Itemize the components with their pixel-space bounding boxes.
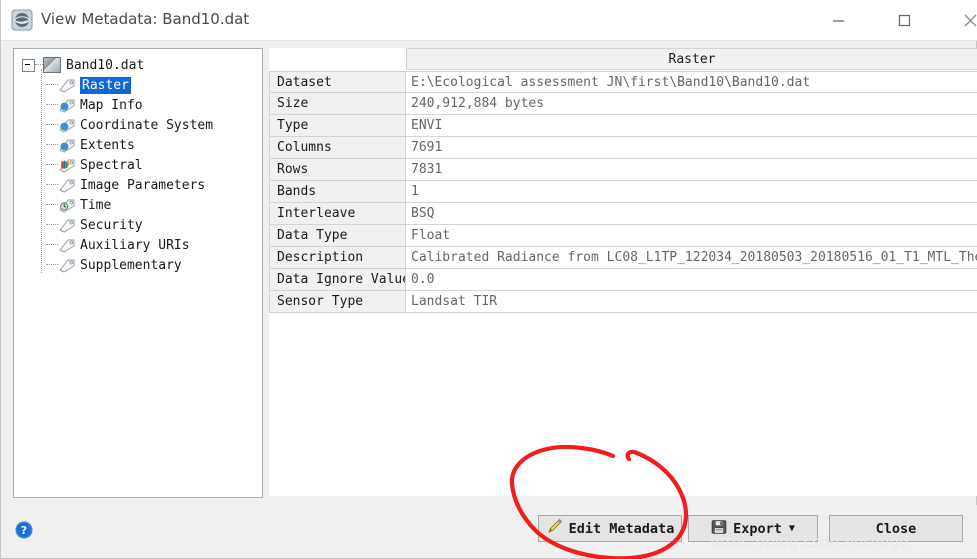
row-label: Data Type: [269, 225, 406, 247]
table-row[interactable]: Data Ignore Value 0.0: [269, 269, 977, 291]
tag-globe-icon: [58, 98, 76, 113]
tree-connector-dots: [46, 184, 58, 186]
metadata-tree-panel[interactable]: Band10.dat Raster Map Info Coordinate Sy…: [13, 48, 263, 498]
row-label: Bands: [269, 181, 406, 203]
tree-item-label: Spectral: [80, 157, 143, 173]
tree-root-item[interactable]: Band10.dat: [14, 55, 262, 75]
close-icon[interactable]: [947, 0, 977, 40]
tree-connector-dots: [35, 64, 43, 66]
tree-connector-dots: [46, 104, 58, 106]
tag-plain-icon: [58, 78, 76, 93]
tree-root-label: Band10.dat: [66, 57, 145, 73]
row-value: 1: [406, 181, 977, 203]
row-value: 7691: [406, 137, 977, 159]
tree-item-auxiliary-uris[interactable]: Auxiliary URIs: [14, 235, 262, 255]
row-label: Type: [269, 115, 406, 137]
tree-connector-dots: [46, 164, 58, 166]
row-value: Calibrated Radiance from LC08_L1TP_12203…: [406, 247, 977, 269]
tree-item-extents[interactable]: Extents: [14, 135, 262, 155]
raster-file-icon: [43, 57, 61, 73]
row-value: Landsat TIR: [406, 291, 977, 313]
row-label: Description: [269, 247, 406, 269]
row-label: Sensor Type: [269, 291, 406, 313]
tag-plain-icon: [58, 238, 76, 253]
row-label: Columns: [269, 137, 406, 159]
tag-clock-icon: [58, 198, 76, 213]
table-row[interactable]: Bands 1: [269, 181, 977, 203]
table-row[interactable]: Size 240,912,884 bytes: [269, 93, 977, 115]
tree-item-spectral[interactable]: Spectral: [14, 155, 262, 175]
table-row[interactable]: Dataset E:\Ecological assessment JN\firs…: [269, 71, 977, 93]
row-label: Dataset: [269, 71, 406, 93]
tag-plain-icon: [58, 178, 76, 193]
tag-plain-icon: [58, 218, 76, 233]
tree-item-label: Raster: [80, 76, 131, 94]
row-value: Float: [406, 225, 977, 247]
maximize-icon[interactable]: [881, 0, 927, 40]
tree-item-time[interactable]: Time: [14, 195, 262, 215]
envi-globe-icon: [11, 9, 33, 31]
table-row[interactable]: Columns 7691: [269, 137, 977, 159]
row-value: 7831: [406, 159, 977, 181]
tree-connector-dots: [46, 264, 58, 266]
tag-spectral-icon: [58, 158, 76, 173]
tree-item-label: Auxiliary URIs: [80, 237, 190, 253]
metadata-table: Dataset E:\Ecological assessment JN\firs…: [269, 71, 977, 313]
tree-item-label: Image Parameters: [80, 177, 206, 193]
pencil-icon: [546, 518, 563, 539]
tree-item-image-parameters[interactable]: Image Parameters: [14, 175, 262, 195]
table-row[interactable]: Description Calibrated Radiance from LC0…: [269, 247, 977, 269]
tree-connector-dots: [46, 244, 58, 246]
edit-metadata-label: Edit Metadata: [568, 520, 675, 537]
table-row[interactable]: Type ENVI: [269, 115, 977, 137]
tree-item-raster[interactable]: Raster: [14, 75, 262, 95]
tree-item-coordinate-system[interactable]: Coordinate System: [14, 115, 262, 135]
tree-item-label: Supplementary: [80, 257, 182, 273]
table-header-raster: Raster: [406, 48, 977, 70]
tree-item-label: Map Info: [80, 97, 143, 113]
tree-connector-dots: [46, 204, 58, 206]
tree-item-label: Extents: [80, 137, 135, 153]
edit-metadata-button[interactable]: Edit Metadata: [538, 515, 682, 542]
row-label: Rows: [269, 159, 406, 181]
tree-item-label: Security: [80, 217, 143, 233]
watermark-text: https://blog.csdn.net/Aigo: [710, 533, 909, 551]
tag-plain-icon: [58, 258, 76, 273]
tree-connector-dots: [46, 84, 58, 86]
tree-item-supplementary[interactable]: Supplementary: [14, 255, 262, 275]
tag-globe-icon: [58, 118, 76, 133]
row-label: Size: [269, 93, 406, 115]
tree-item-label: Time: [80, 197, 112, 213]
tree-connector-dots: [46, 224, 58, 226]
tree-connector-dots: [46, 124, 58, 126]
tag-globe-icon: [58, 138, 76, 153]
help-question-icon[interactable]: ?: [15, 521, 33, 539]
window-title: View Metadata: Band10.dat: [41, 10, 250, 28]
tree-connector-dots: [46, 144, 58, 146]
row-value: 0.0: [406, 269, 977, 291]
svg-text:?: ?: [21, 524, 27, 537]
chevron-down-icon: ▼: [788, 522, 795, 534]
row-value: BSQ: [406, 203, 977, 225]
tree-item-map-info[interactable]: Map Info: [14, 95, 262, 115]
metadata-table-panel: Raster Dataset E:\Ecological assessment …: [269, 48, 977, 496]
row-value: 240,912,884 bytes: [406, 93, 977, 115]
tree-item-label: Coordinate System: [80, 117, 214, 133]
tree-collapse-icon[interactable]: [22, 58, 35, 72]
title-bar: View Metadata: Band10.dat: [1, 0, 977, 41]
table-row[interactable]: Interleave BSQ: [269, 203, 977, 225]
minimize-icon[interactable]: [815, 0, 861, 40]
tree-item-security[interactable]: Security: [14, 215, 262, 235]
row-label: Interleave: [269, 203, 406, 225]
table-row[interactable]: Sensor Type Landsat TIR: [269, 291, 977, 313]
row-value: E:\Ecological assessment JN\first\Band10…: [406, 71, 977, 93]
row-label: Data Ignore Value: [269, 269, 406, 291]
view-metadata-window: View Metadata: Band10.dat Band10.dat Ras…: [0, 0, 977, 559]
table-row[interactable]: Data Type Float: [269, 225, 977, 247]
row-value: ENVI: [406, 115, 977, 137]
table-row[interactable]: Rows 7831: [269, 159, 977, 181]
